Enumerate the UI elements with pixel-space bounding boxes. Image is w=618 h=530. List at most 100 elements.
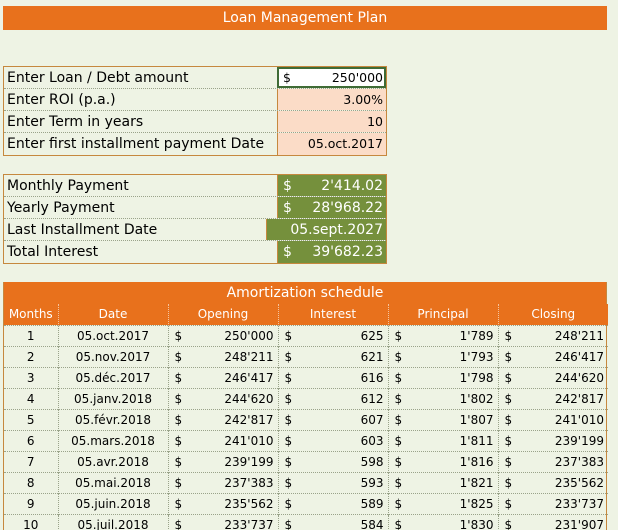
table-cell[interactable]: $1'793 (387, 345, 498, 367)
table-cell[interactable]: $248'211 (497, 324, 608, 346)
currency-symbol: $ (504, 433, 513, 448)
table-cell[interactable]: 4 (4, 387, 58, 409)
table-cell[interactable]: $239'199 (167, 450, 278, 472)
currency-symbol: $ (174, 391, 183, 406)
currency-symbol: $ (504, 370, 513, 385)
cell-value: 235'562 (224, 496, 274, 511)
input-row-term: Enter Term in years 10 (4, 111, 386, 133)
table-cell[interactable]: $237'383 (497, 450, 608, 472)
table-cell[interactable]: $248'211 (167, 345, 278, 367)
table-cell[interactable]: $246'417 (167, 366, 278, 388)
table-cell[interactable]: $241'010 (497, 408, 608, 430)
currency-symbol: $ (284, 328, 293, 343)
table-cell[interactable]: $621 (277, 345, 388, 367)
table-cell[interactable]: 05.oct.2017 (57, 324, 168, 346)
result-label: Yearly Payment (7, 200, 115, 216)
table-cell[interactable]: $244'620 (167, 387, 278, 409)
table-cell[interactable]: $233'737 (167, 513, 278, 530)
table-cell[interactable]: $607 (277, 408, 388, 430)
table-cell[interactable]: 05.févr.2018 (57, 408, 168, 430)
table-cell[interactable]: $242'817 (497, 387, 608, 409)
table-cell[interactable]: $1'811 (387, 429, 498, 451)
cell-value: 1'811 (459, 433, 494, 448)
cell-value: 244'620 (554, 370, 604, 385)
table-cell[interactable]: $235'562 (497, 471, 608, 493)
table-cell[interactable]: $237'383 (167, 471, 278, 493)
table-cell[interactable]: $593 (277, 471, 388, 493)
table-cell[interactable]: $250'000 (167, 324, 278, 346)
cell-value: 250'000 (224, 328, 274, 343)
table-cell[interactable]: $616 (277, 366, 388, 388)
result-label: Monthly Payment (7, 178, 129, 194)
table-cell[interactable]: $612 (277, 387, 388, 409)
table-cell[interactable]: 05.déc.2017 (57, 366, 168, 388)
currency-symbol: $ (394, 454, 403, 469)
table-cell[interactable]: 05.mars.2018 (57, 429, 168, 451)
table-cell[interactable]: 9 (4, 492, 58, 514)
cell-value: 603 (360, 433, 384, 448)
currency-symbol: $ (394, 475, 403, 490)
table-cell[interactable]: $244'620 (497, 366, 608, 388)
table-cell[interactable]: $1'807 (387, 408, 498, 430)
table-cell[interactable]: 8 (4, 471, 58, 493)
table-row: 6 05.mars.2018 $241'010 $603 $1'811 $239'199 (4, 429, 608, 451)
table-cell[interactable]: $246'417 (497, 345, 608, 367)
table-cell[interactable]: 05.juin.2018 (57, 492, 168, 514)
table-cell[interactable]: 6 (4, 429, 58, 451)
table-row: 1 05.oct.2017 $250'000 $625 $1'789 $248'211 (4, 324, 608, 346)
table-cell[interactable]: $598 (277, 450, 388, 472)
roi-cell[interactable]: 3.00% (277, 89, 386, 110)
amortization-table: Months Date Opening Interest Principal C… (4, 304, 608, 530)
table-cell[interactable]: $1'816 (387, 450, 498, 472)
table-cell[interactable]: 05.janv.2018 (57, 387, 168, 409)
cell-value: 233'737 (554, 496, 604, 511)
table-row: 9 05.juin.2018 $235'562 $589 $1'825 $233'737 (4, 492, 608, 514)
table-cell[interactable]: 7 (4, 450, 58, 472)
table-cell[interactable]: $1'830 (387, 513, 498, 530)
currency-symbol: $ (394, 412, 403, 427)
currency-symbol: $ (394, 496, 403, 511)
yearly-payment-cell[interactable]: $28'968.22 (277, 197, 386, 218)
table-cell[interactable]: $1'802 (387, 387, 498, 409)
table-cell[interactable]: $233'737 (497, 492, 608, 514)
table-cell[interactable]: $1'789 (387, 324, 498, 346)
table-cell[interactable]: 2 (4, 345, 58, 367)
table-cell[interactable]: 05.mai.2018 (57, 471, 168, 493)
amortization-schedule: Amortization schedule Months Date Openin… (3, 282, 608, 530)
table-cell[interactable]: 5 (4, 408, 58, 430)
first-payment-date-cell[interactable]: 05.oct.2017 (277, 133, 386, 155)
monthly-payment-cell[interactable]: $2'414.02 (277, 175, 386, 196)
currency-symbol: $ (174, 328, 183, 343)
table-body: 1 05.oct.2017 $250'000 $625 $1'789 $248'211 2 0… (4, 324, 608, 530)
cell-value: 248'211 (224, 349, 274, 364)
table-cell[interactable]: $231'907 (497, 513, 608, 530)
table-cell[interactable]: $584 (277, 513, 388, 530)
table-cell[interactable]: 05.avr.2018 (57, 450, 168, 472)
cell-value: 242'817 (224, 412, 274, 427)
table-cell[interactable]: $239'199 (497, 429, 608, 451)
currency-symbol: $ (284, 433, 293, 448)
table-cell[interactable]: $241'010 (167, 429, 278, 451)
table-cell[interactable]: $235'562 (167, 492, 278, 514)
last-installment-date-cell[interactable]: 05.sept.2027 (266, 219, 386, 240)
table-cell[interactable]: 05.nov.2017 (57, 345, 168, 367)
table-row: 4 05.janv.2018 $244'620 $612 $1'802 $242'817 (4, 387, 608, 409)
loan-amount-cell[interactable]: $250'000 (277, 67, 386, 88)
table-cell[interactable]: $589 (277, 492, 388, 514)
table-cell[interactable]: $1'798 (387, 366, 498, 388)
table-cell[interactable]: $625 (277, 324, 388, 346)
total-interest-cell[interactable]: $39'682.23 (277, 241, 386, 263)
table-row: 10 05.juil.2018 $233'737 $584 $1'830 $231'907 (4, 513, 608, 530)
table-cell[interactable]: $242'817 (167, 408, 278, 430)
table-cell[interactable]: 05.juil.2018 (57, 513, 168, 530)
table-cell[interactable]: 3 (4, 366, 58, 388)
currency-symbol: $ (174, 475, 183, 490)
term-years-cell[interactable]: 10 (277, 111, 386, 132)
table-cell[interactable]: $603 (277, 429, 388, 451)
table-cell[interactable]: 10 (4, 513, 58, 530)
table-cell[interactable]: $1'825 (387, 492, 498, 514)
currency-symbol: $ (504, 412, 513, 427)
table-cell[interactable]: $1'821 (387, 471, 498, 493)
cell-value: 233'737 (224, 517, 274, 530)
table-cell[interactable]: 1 (4, 324, 58, 346)
